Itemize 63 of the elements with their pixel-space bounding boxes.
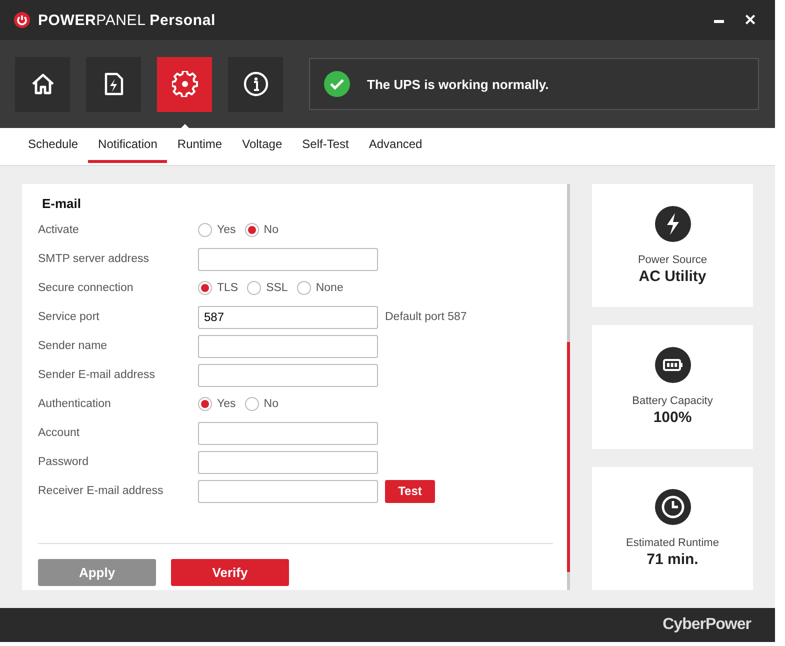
window-title: POWERPANEL Personal — [38, 12, 216, 28]
input-field[interactable] — [198, 334, 378, 358]
tab[interactable]: Runtime — [167, 137, 232, 163]
radio-label: None — [316, 282, 344, 294]
card-value: AC Utility — [638, 268, 706, 286]
info-nav-button[interactable] — [228, 56, 283, 112]
action-button[interactable]: Verify — [171, 559, 289, 586]
input-field[interactable]: 587 — [198, 306, 378, 328]
radio-button[interactable] — [296, 281, 311, 295]
field-label: Secure connection — [38, 282, 134, 294]
field-label: Sender name — [38, 340, 108, 352]
info-icon — [242, 71, 268, 97]
input-field[interactable] — [198, 480, 378, 502]
battery-icon — [654, 347, 690, 384]
radio-label: Yes — [217, 224, 236, 236]
lightning-icon — [654, 206, 690, 242]
radio-label: No — [264, 398, 278, 410]
tab[interactable]: Schedule — [18, 137, 88, 163]
radio-button[interactable] — [244, 397, 259, 411]
field-label: Sender E-mail address — [38, 369, 156, 381]
radio-label: No — [264, 224, 278, 236]
field-label: Authentication — [38, 398, 112, 410]
card-label: Battery Capacity — [632, 395, 713, 408]
field-label: Account — [38, 427, 81, 439]
brand-logo: CyberPower — [662, 616, 751, 634]
input-field[interactable] — [198, 422, 378, 444]
tab[interactable]: Notification — [88, 137, 168, 163]
power-logo-icon — [14, 12, 30, 28]
test-button[interactable]: Test — [385, 480, 435, 502]
tab[interactable]: Advanced — [358, 137, 432, 163]
radio-button[interactable] — [244, 223, 259, 237]
home-icon — [30, 71, 56, 97]
card-value: 71 min. — [646, 550, 698, 568]
field-label: Service port — [38, 311, 100, 323]
section-heading: E-mail — [42, 196, 82, 211]
radio-label: SSL — [266, 282, 288, 294]
close-button[interactable]: ✕ — [738, 11, 763, 29]
radio-label: TLS — [217, 282, 238, 294]
card-label: Estimated Runtime — [626, 536, 719, 549]
field-label: Receiver E-mail address — [38, 485, 164, 497]
field-label: SMTP server address — [38, 253, 150, 265]
radio-button[interactable] — [247, 281, 262, 295]
tab[interactable]: Self-Test — [292, 137, 359, 163]
home-nav-button[interactable] — [15, 56, 70, 112]
power-nav-button[interactable] — [86, 56, 141, 112]
radio-button[interactable] — [198, 223, 212, 237]
input-field[interactable] — [198, 450, 378, 474]
radio-label: Yes — [217, 398, 236, 410]
hint-text: Default port 587 — [385, 311, 467, 323]
status-message: The UPS is working normally. — [367, 76, 549, 92]
input-field[interactable] — [198, 248, 378, 270]
radio-button[interactable] — [198, 397, 212, 411]
card-label: Power Source — [638, 254, 708, 266]
minimize-button[interactable]: ▬ — [708, 14, 730, 26]
radio-button[interactable] — [198, 281, 212, 295]
tab[interactable]: Voltage — [232, 137, 292, 163]
card-value: 100% — [653, 409, 692, 426]
field-label: Password — [38, 456, 90, 468]
scrollbar[interactable] — [567, 184, 570, 590]
clock-icon — [654, 488, 690, 525]
settings-icon — [172, 71, 198, 97]
input-field[interactable] — [198, 364, 378, 386]
field-label: Activate — [38, 224, 80, 236]
